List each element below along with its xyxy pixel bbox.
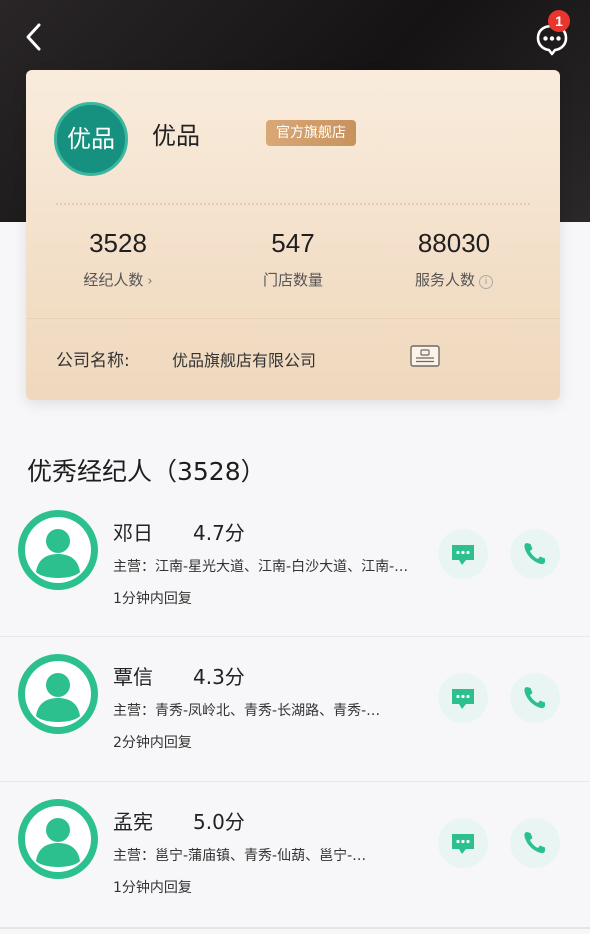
official-store-tag: 官方旗舰店 [266,120,356,146]
divider [0,636,590,637]
dotted-divider [56,203,530,205]
agent-reply-time: 1分钟内回复 [113,591,192,607]
phone-icon [524,687,545,709]
stat-agents-label: 经纪人数 › [38,269,198,290]
phone-icon [524,543,545,565]
user-icon [25,517,91,583]
agent-area: 主营：邕宁-蒲庙镇、青秀-仙葫、邕宁-… [113,848,367,864]
chat-icon [452,689,474,709]
agent-area: 主营：江南-星光大道、江南-白沙大道、江南-… [113,559,409,575]
agent-card[interactable]: 覃信 4.3分 主营：青秀-凤岭北、青秀-长湖路、青秀-… 2分钟内回复 [0,652,590,792]
agent-name: 邓日 [113,521,153,545]
store-card: 优品 优品 官方旗舰店 3528 经纪人数 › 547 门店数量 88030 服务… [26,70,560,400]
stat-stores-value: 547 [271,228,315,258]
avatar [18,654,98,734]
user-icon [25,661,91,727]
stat-agents-label-text: 经纪人数 [83,271,144,289]
agent-area: 主营：青秀-凤岭北、青秀-长湖路、青秀-… [113,703,381,719]
divider [0,781,590,782]
message-badge: 1 [548,10,570,32]
chat-icon [452,545,474,565]
call-button[interactable] [510,673,560,723]
license-button[interactable] [410,345,440,367]
agent-name: 孟宪 [113,810,153,834]
chat-button[interactable] [438,818,488,868]
agent-score: 4.7分 [193,521,245,545]
company-label: 公司名称: [56,351,130,371]
stat-agents-value: 3528 [89,228,147,258]
call-button[interactable] [510,818,560,868]
stat-served-label: 服务人数 i [374,269,534,290]
agent-card[interactable]: 孟宪 5.0分 主营：邕宁-蒲庙镇、青秀-仙葫、邕宁-… 1分钟内回复 [0,797,590,934]
info-icon[interactable]: i [479,275,493,289]
stat-served-label-text: 服务人数 [414,271,475,289]
agent-name: 覃信 [113,665,153,689]
store-logo: 优品 [54,102,128,176]
agent-score: 5.0分 [193,810,245,834]
stat-served: 88030 服务人数 i [374,228,534,290]
chat-button[interactable] [438,529,488,579]
divider [0,927,590,929]
store-name: 优品 [152,122,200,150]
call-button[interactable] [510,529,560,579]
agent-reply-time: 1分钟内回复 [113,880,192,896]
card-divider [26,318,560,319]
avatar [18,510,98,590]
stat-stores-label: 门店数量 [262,271,323,289]
phone-icon [524,832,545,854]
chat-button[interactable] [438,673,488,723]
agent-reply-time: 2分钟内回复 [113,735,192,751]
company-name: 优品旗舰店有限公司 [172,351,317,370]
user-icon [25,806,91,872]
stat-stores: 547 门店数量 [213,228,373,290]
chat-icon [452,834,474,854]
chevron-right-icon: › [147,274,153,289]
license-icon [410,345,440,367]
chevron-left-icon [26,23,41,51]
agent-score: 4.3分 [193,665,245,689]
section-title: 优秀经纪人（3528） [27,457,266,486]
back-button[interactable] [20,20,50,54]
stat-agents[interactable]: 3528 经纪人数 › [38,228,198,290]
avatar [18,799,98,879]
agent-card[interactable]: 邓日 4.7分 主营：江南-星光大道、江南-白沙大道、江南-… 1分钟内回复 [0,508,590,648]
stat-served-value: 88030 [417,228,491,258]
